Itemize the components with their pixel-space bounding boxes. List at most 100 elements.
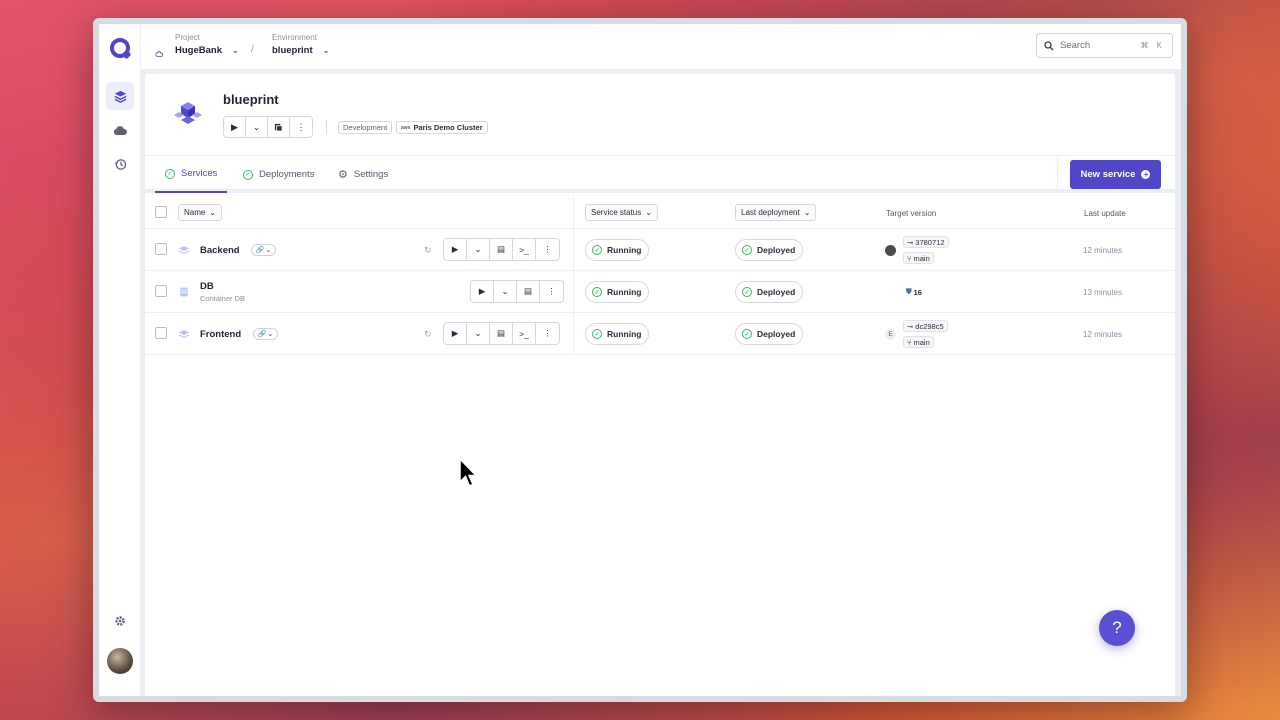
table-row[interactable]: Backend 🔗 ⌄ ↻ ▶ ⌄ ▤ >_ ⋮ ✓ Running ✓ Deploy… [145, 229, 1175, 271]
chevron-down-icon: ⌄ [322, 46, 330, 55]
environment-title: blueprint [223, 92, 279, 107]
table-header: Name ⌄ Service status ⌄ Last deployment ⌄ T… [145, 197, 1175, 229]
terminal-button[interactable]: >_ [513, 323, 536, 344]
branch-name: main [913, 253, 930, 263]
name-header: Name [184, 208, 206, 217]
commit-icon: ⊸ [907, 321, 914, 331]
service-actions: ▶ ⌄ ▤ >_ ⋮ [443, 238, 560, 261]
deployment-status-badge: ✓ Deployed [735, 323, 804, 345]
check-circle-icon: ✓ [243, 169, 253, 180]
cluster-tag-label: Paris Demo Cluster [413, 123, 483, 132]
search-input[interactable]: Search ⌘ K [1036, 33, 1173, 58]
project-name: HugeBank [175, 45, 222, 56]
version-number: 16 [913, 287, 922, 297]
aws-icon: aws [401, 124, 411, 131]
tab-deployments[interactable]: ✓ Deployments [233, 156, 324, 193]
search-icon [1044, 40, 1054, 50]
divider [1057, 156, 1058, 193]
deploy-options-button[interactable]: ⌄ [494, 281, 517, 302]
environment-name: blueprint [272, 45, 313, 56]
link-dropdown[interactable]: 🔗 ⌄ [251, 244, 276, 256]
terminal-button[interactable]: >_ [513, 239, 536, 260]
service-subtitle: Container DB [200, 294, 246, 303]
cluster-tag: aws Paris Demo Cluster [396, 121, 488, 134]
service-name[interactable]: Backend [200, 245, 240, 256]
layers-icon[interactable] [106, 82, 134, 110]
service-status-header: Service status [591, 208, 642, 217]
table-row[interactable]: DB Container DB ▶ ⌄ ▤ ⋮ ✓ Running ✓ Deploy… [145, 271, 1175, 313]
deploy-options-button[interactable]: ⌄ [467, 239, 490, 260]
deploy-options-button[interactable]: ⌄ [467, 323, 490, 344]
chevron-down-icon: ⌄ [803, 208, 811, 217]
deployment-status-badge: ✓ Deployed [735, 281, 804, 303]
link-dropdown[interactable]: 🔗 ⌄ [253, 328, 278, 340]
deploy-play-button[interactable]: ▶ [444, 239, 467, 260]
services-table: Name ⌄ Service status ⌄ Last deployment ⌄ T… [145, 197, 1175, 355]
more-options-button[interactable]: ⋮ [536, 323, 559, 344]
new-service-label: New service [1080, 169, 1136, 180]
deploy-play-button[interactable]: ▶ [471, 281, 494, 302]
more-options-button[interactable]: ⋮ [536, 239, 559, 260]
row-checkbox[interactable] [155, 327, 167, 339]
branch-chip: ⑂ main [903, 252, 934, 264]
auto-deploy-icon: ↻ [424, 245, 432, 255]
chevron-down-icon: ⌄ [267, 331, 274, 338]
user-avatar[interactable] [107, 648, 133, 674]
deployment-label: Deployed [757, 329, 796, 339]
service-status-badge: ✓ Running [585, 281, 650, 303]
tab-services[interactable]: ✓ Services [155, 156, 228, 193]
service-name[interactable]: Frontend [200, 329, 241, 340]
settings-gear-icon[interactable] [106, 607, 134, 635]
chevron-down-icon: ⌄ [645, 208, 652, 217]
commit-chip[interactable]: ⊸ dc298c5 [903, 320, 948, 332]
more-options-button[interactable]: ⋮ [290, 117, 312, 137]
logs-icon [274, 123, 283, 132]
tab-settings[interactable]: ⚙ Settings [328, 156, 398, 193]
version-chip: ⛊ 16 [903, 286, 925, 298]
link-icon: 🔗 [255, 247, 265, 254]
check-circle-icon: ✓ [592, 245, 602, 255]
deploy-options-button[interactable]: ⌄ [246, 117, 268, 137]
deploy-play-button[interactable]: ▶ [224, 117, 246, 137]
last-deployment-filter[interactable]: Last deployment ⌄ [735, 204, 817, 221]
main-content: blueprint ▶ ⌄ ⋮ Development aws Paris De… [141, 70, 1181, 696]
history-icon[interactable] [106, 150, 134, 178]
topbar: Project HugeBank ⌄ / Environment blueprin… [141, 24, 1181, 70]
last-update-header: Last update [1084, 209, 1126, 218]
check-circle-icon: ✓ [742, 287, 752, 297]
table-row[interactable]: Frontend 🔗 ⌄ ↻ ▶ ⌄ ▤ >_ ⋮ ✓ Running ✓ Deplo… [145, 313, 1175, 355]
commit-chip[interactable]: ⊸ 3780712 [903, 236, 949, 248]
deployment-status-badge: ✓ Deployed [735, 239, 804, 261]
deploy-play-button[interactable]: ▶ [444, 323, 467, 344]
qovery-logo[interactable] [110, 38, 130, 58]
tab-services-label: Services [181, 168, 218, 179]
select-all-checkbox[interactable] [155, 206, 167, 218]
project-label: Project [175, 33, 200, 42]
row-checkbox[interactable] [155, 243, 167, 255]
logs-button[interactable] [268, 117, 290, 137]
logs-button[interactable]: ▤ [490, 323, 513, 344]
environment-selector[interactable]: Environment blueprint ⌄ [272, 33, 329, 56]
new-service-button[interactable]: New service + [1070, 160, 1161, 189]
environment-label: Environment [272, 33, 317, 42]
gear-icon: ⚙ [338, 169, 348, 181]
branch-icon: ⑂ [907, 253, 912, 263]
service-name[interactable]: DB [200, 281, 214, 292]
logs-button[interactable]: ▤ [517, 281, 540, 302]
more-options-button[interactable]: ⋮ [540, 281, 563, 302]
logs-button[interactable]: ▤ [490, 239, 513, 260]
search-shortcut: ⌘ K [1140, 41, 1165, 50]
help-button[interactable]: ? [1099, 610, 1135, 646]
service-status-filter[interactable]: Service status ⌄ [585, 204, 658, 221]
name-column-sort[interactable]: Name ⌄ [178, 204, 223, 221]
mouse-cursor-icon [459, 458, 478, 487]
row-checkbox[interactable] [155, 285, 167, 297]
cloud-icon[interactable] [106, 116, 134, 144]
environment-tabs: ✓ Services ✓ Deployments ⚙ Settings [145, 156, 1175, 193]
last-update: 12 minutes [1083, 246, 1123, 255]
environment-header: blueprint ▶ ⌄ ⋮ Development aws Paris De… [145, 74, 1175, 156]
database-icon [180, 287, 188, 297]
author-avatar [885, 245, 896, 256]
project-selector[interactable]: Project HugeBank ⌄ [175, 33, 239, 56]
service-status-badge: ✓ Running [585, 239, 650, 261]
